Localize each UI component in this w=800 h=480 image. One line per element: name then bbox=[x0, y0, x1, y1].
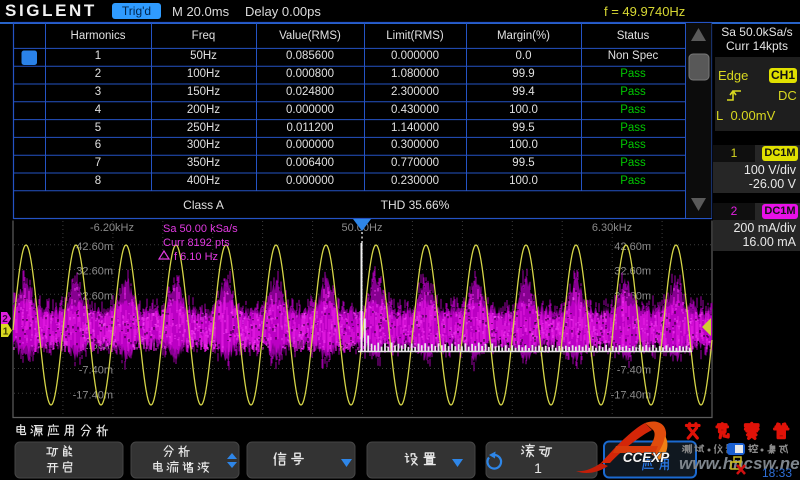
svg-text:CCEXP: CCEXP bbox=[623, 450, 671, 465]
svg-text:18:33: 18:33 bbox=[762, 466, 792, 480]
